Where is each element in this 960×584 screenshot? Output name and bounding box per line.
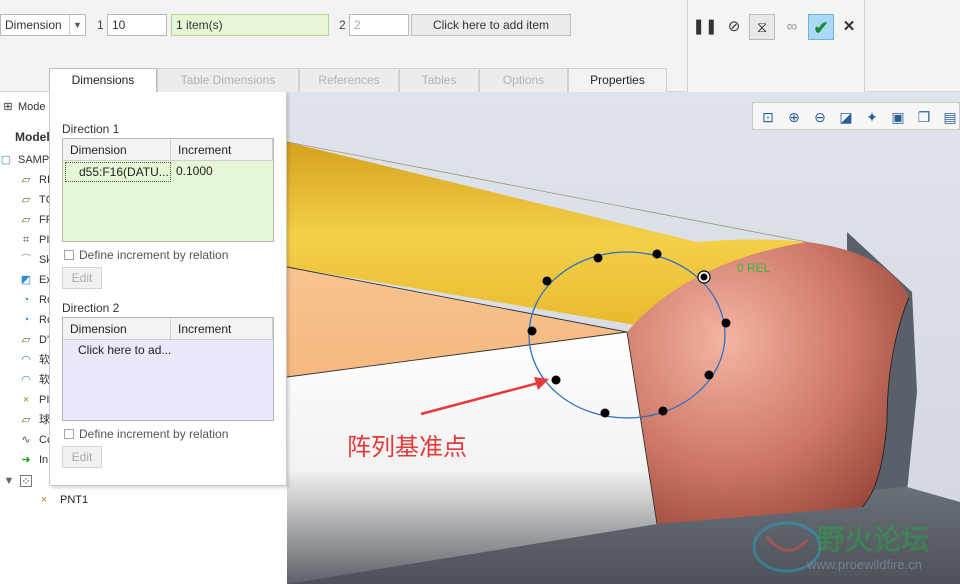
- pause-icon[interactable]: ❚❚: [692, 14, 718, 40]
- checkbox-icon[interactable]: [64, 250, 74, 260]
- dashboard-controls: ❚❚ ⊘ ⧖ ∞ ✔ ✕: [687, 0, 865, 92]
- pattern-type-value: Dimension: [5, 18, 62, 32]
- sketch-icon: ⌒: [20, 254, 32, 266]
- datum-plane-icon: ▱: [21, 214, 31, 226]
- graphics-viewport[interactable]: 0 REL 阵列基准点 野火论坛 www.proewildfire.cn ⊡ ⊕…: [287, 92, 960, 584]
- direction2-collector[interactable]: Click here to add item: [411, 14, 571, 36]
- verify-preview-icon[interactable]: ⧖: [749, 14, 775, 40]
- direction1-collector[interactable]: 1 item(s): [171, 14, 329, 36]
- model-tree-title: Model: [15, 130, 50, 144]
- datum-plane-icon: ▱: [21, 174, 31, 186]
- pattern-type-select[interactable]: Dimension ▼: [0, 14, 86, 36]
- refit-icon[interactable]: ⊡: [758, 107, 778, 127]
- tab-references[interactable]: References: [299, 68, 399, 92]
- point-icon: ×: [22, 394, 30, 406]
- direction1-dimension-cell[interactable]: d55:F16(DATU...: [65, 162, 171, 182]
- tree-item-label: PI: [39, 234, 50, 246]
- direction1-edit-button[interactable]: Edit: [62, 267, 102, 289]
- datum-plane-icon: ▱: [21, 334, 31, 346]
- expand-arrow-icon[interactable]: ▼: [3, 475, 15, 487]
- part-icon: ▢: [0, 154, 12, 166]
- tab-tables[interactable]: Tables: [399, 68, 479, 92]
- table-header-dimension: Dimension: [63, 139, 171, 161]
- repaint-icon[interactable]: ◪: [836, 107, 856, 127]
- curve-icon: ∿: [21, 434, 31, 446]
- pattern-dashboard: Dimension ▼ 1 10 1 item(s) 2 2 Click her…: [0, 0, 960, 93]
- direction2-relation-label: Define increment by relation: [79, 427, 229, 441]
- tree-item-label[interactable]: PNT1: [60, 494, 88, 506]
- no-preview-icon[interactable]: ⊘: [721, 14, 747, 40]
- insert-arrow-icon: ➜: [21, 454, 31, 466]
- direction2-add-item-cell[interactable]: Click here to ad...: [65, 341, 265, 361]
- direction1-count-input[interactable]: 10: [107, 14, 167, 36]
- zoom-out-icon[interactable]: ⊖: [810, 107, 830, 127]
- datum-plane-icon: ▱: [21, 194, 31, 206]
- tab-table-dimensions[interactable]: Table Dimensions: [157, 68, 299, 92]
- view-toolbar: ⊡ ⊕ ⊖ ◪ ✦ ▣ ❐ ▤: [752, 102, 960, 130]
- watermark-title: 野火论坛: [817, 524, 930, 555]
- tree-icon: ⊞: [3, 101, 13, 113]
- model-graphics: [287, 141, 960, 584]
- direction2-count-input[interactable]: 2: [349, 14, 409, 36]
- zoom-in-icon[interactable]: ⊕: [784, 107, 804, 127]
- extrude-icon: ◩: [20, 274, 32, 286]
- table-header-increment: Increment: [171, 139, 273, 161]
- cancel-close-icon[interactable]: ✕: [836, 14, 862, 40]
- model-tree-bottom: ▼ ⁘ × PNT1: [0, 470, 110, 510]
- direction1-label: 1: [97, 18, 104, 32]
- direction2-table: Dimension Increment Click here to ad...: [62, 317, 274, 421]
- point-icon: ×: [40, 494, 48, 506]
- surface-icon: ◠: [21, 354, 31, 366]
- tree-item-label: D': [39, 334, 50, 346]
- tree-item-label: SAMP: [18, 154, 50, 166]
- model-tree: ⊞ Mode Model ▢SAMP▱RI▱TC▱FF⌗PI⌒Sk◩Ex◔Rc◔…: [0, 92, 50, 584]
- chevron-down-icon[interactable]: ▼: [69, 15, 85, 35]
- direction2-relation-checkbox[interactable]: Define increment by relation: [64, 426, 228, 442]
- direction2-edit-button[interactable]: Edit: [62, 446, 102, 468]
- watermark-url: www.proewildfire.cn: [807, 557, 922, 572]
- glasses-preview-icon[interactable]: ∞: [779, 14, 805, 40]
- display-style-icon[interactable]: ▣: [888, 107, 908, 127]
- dimensions-panel: Direction 1 Dimension Increment d55:F16(…: [49, 92, 287, 486]
- surface-icon: ◠: [21, 374, 31, 386]
- direction2-title: Direction 2: [62, 301, 120, 315]
- saved-views-icon[interactable]: ❐: [914, 107, 934, 127]
- tree-item-label: In: [39, 454, 49, 466]
- direction1-relation-label: Define increment by relation: [79, 248, 229, 262]
- datum-plane-icon: ▱: [21, 414, 31, 426]
- revolve-icon: ◔: [22, 294, 30, 306]
- tab-dimensions[interactable]: Dimensions: [49, 68, 157, 93]
- reference-label: 0 REL: [737, 261, 771, 275]
- direction2-label: 2: [339, 18, 346, 32]
- direction1-table: Dimension Increment d55:F16(DATU... 0.10…: [62, 138, 274, 242]
- table-header-increment: Increment: [171, 318, 273, 340]
- revolve-icon: ◔: [22, 314, 30, 326]
- checkbox-icon[interactable]: [64, 429, 74, 439]
- spin-center-icon[interactable]: ✦: [862, 107, 882, 127]
- dashboard-tabs: Dimensions Table Dimensions References T…: [49, 68, 667, 93]
- table-header-dimension: Dimension: [63, 318, 171, 340]
- direction1-relation-checkbox[interactable]: Define increment by relation: [64, 247, 228, 263]
- view-manager-icon[interactable]: ▤: [940, 107, 960, 127]
- tab-options[interactable]: Options: [479, 68, 568, 92]
- direction1-increment-cell[interactable]: 0.1000: [173, 162, 271, 182]
- ok-check-icon[interactable]: ✔: [808, 14, 834, 40]
- coordinate-system-icon: ⌗: [22, 234, 30, 246]
- tab-properties[interactable]: Properties: [568, 68, 667, 92]
- pattern-icon: ⁘: [20, 475, 32, 488]
- direction1-title: Direction 1: [62, 122, 120, 136]
- annotation-text: 阵列基准点: [347, 434, 467, 461]
- tree-item-label: PI: [39, 394, 50, 406]
